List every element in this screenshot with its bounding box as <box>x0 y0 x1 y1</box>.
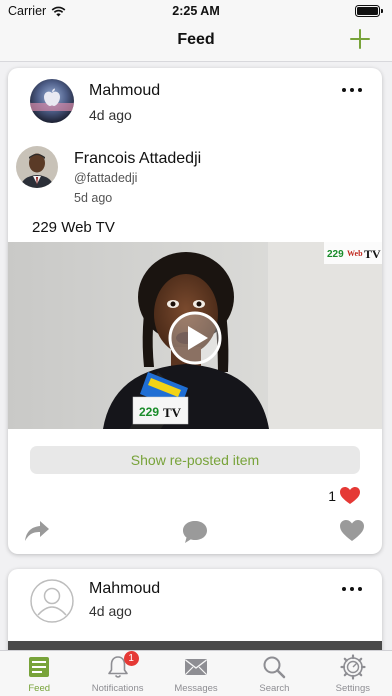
feed-icon <box>29 657 50 677</box>
tab-search[interactable]: Search <box>235 651 313 696</box>
reposted-author-avatar[interactable] <box>16 146 58 188</box>
svg-text:TV: TV <box>364 247 381 261</box>
more-options-button[interactable] <box>342 86 362 94</box>
svg-text:TV: TV <box>163 405 182 420</box>
notification-badge: 1 <box>123 651 139 666</box>
svg-text:Web: Web <box>347 249 363 258</box>
tab-label: Notifications <box>91 683 144 694</box>
post-author-name[interactable]: Mahmoud <box>89 82 160 100</box>
svg-text:229: 229 <box>139 405 159 419</box>
reposted-timestamp: 5d ago <box>74 191 113 205</box>
post-timestamp: 4d ago <box>89 107 132 123</box>
heart-icon[interactable] <box>340 520 364 542</box>
tab-bar: Feed 1 Notifications Messages Search Set… <box>0 650 392 696</box>
tab-label: Feed <box>28 683 51 694</box>
like-count: 1 <box>328 488 336 504</box>
reposted-author-name[interactable]: Francois Attadedji <box>74 150 201 168</box>
share-icon[interactable] <box>24 520 50 542</box>
comment-icon[interactable] <box>182 520 208 544</box>
post-text: 229 Web TV <box>32 219 115 236</box>
tab-label: Settings <box>335 683 370 694</box>
video-thumbnail[interactable]: 229 TV 229 Web TV <box>8 242 382 429</box>
battery-icon <box>355 5 383 17</box>
gear-icon <box>340 654 366 680</box>
page-title: Feed <box>177 31 215 48</box>
tab-feed[interactable]: Feed <box>0 651 78 696</box>
tab-label: Messages <box>174 683 218 694</box>
clock: 2:25 AM <box>172 4 220 18</box>
post-card: Mahmoud 4d ago Francois Attadedji @fatta… <box>8 68 382 554</box>
post-author-name[interactable]: Mahmoud <box>89 580 160 598</box>
tab-settings[interactable]: Settings <box>314 651 392 696</box>
post-card: Mahmoud 4d ago <box>8 569 382 652</box>
feed-list[interactable]: Mahmoud 4d ago Francois Attadedji @fatta… <box>0 62 392 652</box>
status-bar: Carrier 2:25 AM <box>0 0 392 22</box>
post-timestamp: 4d ago <box>89 603 132 619</box>
plus-icon[interactable] <box>348 27 372 51</box>
navigation-bar: Feed <box>0 22 392 62</box>
more-options-button[interactable] <box>342 585 362 593</box>
show-reposted-item-button[interactable]: Show re-posted item <box>30 446 360 474</box>
avatar-placeholder[interactable] <box>30 579 74 623</box>
envelope-icon <box>185 659 208 675</box>
svg-text:229: 229 <box>327 249 344 260</box>
avatar[interactable] <box>30 79 74 123</box>
reposted-author-handle: @fattadedji <box>74 171 138 185</box>
tab-notifications[interactable]: 1 Notifications <box>78 651 156 696</box>
tab-messages[interactable]: Messages <box>157 651 235 696</box>
search-icon <box>263 656 286 679</box>
heart-filled-icon <box>340 487 360 504</box>
tab-label: Search <box>259 683 290 694</box>
